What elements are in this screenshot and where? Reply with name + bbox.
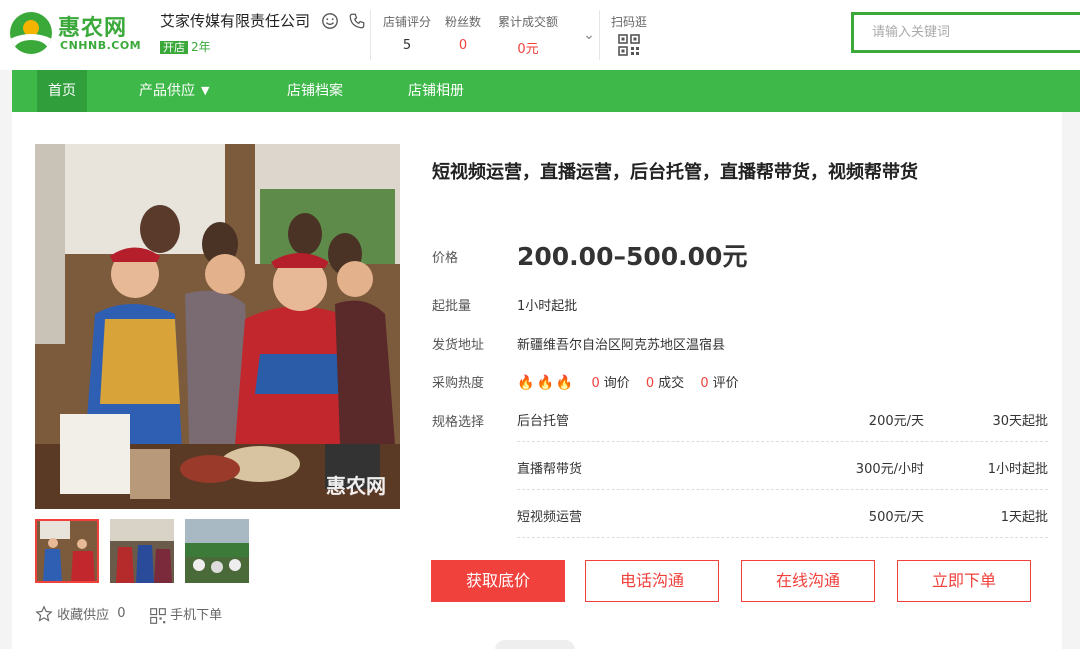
spec-moq: 1小时起批: [987, 462, 1048, 477]
heat-label: 采购热度: [432, 376, 485, 391]
product-card: 惠农网 收藏供应 0 手机下单 短视频运营，直播运营，后台托管，直播帮带货，视频…: [12, 112, 1062, 649]
inquiry-count: 0: [591, 376, 600, 391]
spec-label: 规格选择: [432, 415, 485, 430]
fire-icon: 🔥: [536, 375, 554, 391]
nav-products-label: 产品供应: [139, 83, 195, 99]
stat-rating: 店铺评分 5: [383, 13, 431, 53]
review-count: 0: [700, 376, 709, 391]
ship-value: 新疆维吾尔自治区阿克苏地区温宿县: [517, 338, 726, 353]
ship-label: 发货地址: [432, 338, 485, 353]
qr-code-icon[interactable]: [618, 34, 640, 56]
favorite-count: 0: [117, 606, 126, 621]
scan-label: 扫码逛: [611, 15, 648, 29]
stat-label: 店铺评分: [383, 15, 432, 29]
header: 惠农网 CNHNB.COM 艾家传媒有限责任公司 开店 2年 店铺评分 5 粉丝数…: [0, 0, 1080, 70]
spec-option[interactable]: 后台托管 200元/天 30天起批: [517, 394, 1048, 442]
fire-icon: 🔥: [517, 375, 535, 391]
main-nav: 首页 产品供应 ▼ 店铺档案 店铺相册: [12, 70, 1080, 112]
product-photo: [35, 144, 400, 509]
logo-domain: CNHNB.COM: [60, 39, 142, 52]
search-input[interactable]: [854, 15, 1080, 50]
search-box: [851, 12, 1080, 53]
star-icon: [35, 604, 53, 622]
product-title: 短视频运营，直播运营，后台托管，直播帮带货，视频帮带货: [432, 162, 918, 183]
logo-text: 惠农网: [58, 16, 128, 41]
scan-to-browse[interactable]: 扫码逛: [611, 13, 647, 59]
stat-value: 5: [402, 38, 412, 53]
spec-option[interactable]: 短视频运营 500元/天 1天起批: [517, 490, 1048, 538]
company-name[interactable]: 艾家传媒有限责任公司: [160, 10, 310, 31]
fire-icon: 🔥: [555, 375, 574, 391]
mobile-order[interactable]: 手机下单: [150, 604, 222, 624]
thumbnail-3[interactable]: [185, 519, 249, 583]
get-lowest-price-button[interactable]: 获取底价: [431, 560, 565, 602]
nav-home[interactable]: 首页: [37, 70, 87, 112]
company-info: 艾家传媒有限责任公司 开店 2年: [160, 10, 366, 54]
shop-age-badge: 开店 2年: [160, 38, 211, 55]
divider: [599, 10, 600, 60]
stat-turnover: 累计成交额 0元: [498, 13, 558, 57]
shop-stats: 店铺评分 5 粉丝数 0 累计成交额 0元 ⌄: [370, 10, 600, 60]
spec-option[interactable]: 直播帮带货 300元/小时 1小时起批: [517, 442, 1048, 490]
spec-moq: 30天起批: [992, 414, 1048, 429]
nav-products[interactable]: 产品供应 ▼: [139, 70, 209, 112]
stat-value: 0元: [517, 42, 539, 57]
scroll-handle[interactable]: [495, 640, 575, 649]
favorite-label: 收藏供应: [57, 608, 110, 623]
favorite-supply[interactable]: 收藏供应 0: [35, 604, 126, 623]
spec-moq: 1天起批: [1000, 510, 1048, 525]
logo[interactable]: 惠农网 CNHNB.COM: [8, 10, 142, 56]
spec-name: 直播帮带货: [517, 462, 583, 477]
stat-fans: 粉丝数 0: [445, 13, 481, 53]
thumbnail-image: [185, 519, 249, 583]
phone-contact-button[interactable]: 电话沟通: [585, 560, 719, 602]
nav-profile[interactable]: 店铺档案: [287, 70, 343, 112]
online-chat-button[interactable]: 在线沟通: [741, 560, 875, 602]
spec-price: 200元/天: [868, 414, 924, 429]
qr-code-icon: [150, 607, 166, 624]
shop-years: 2年: [191, 40, 211, 54]
open-tag: 开店: [160, 41, 188, 54]
stat-label: 粉丝数: [445, 15, 482, 29]
spec-price: 300元/小时: [855, 462, 924, 477]
mobile-order-label: 手机下单: [170, 608, 223, 623]
review-label: 评价: [712, 376, 739, 391]
thumbnail-image: [35, 519, 99, 583]
deal-label: 成交: [658, 376, 685, 391]
order-now-button[interactable]: 立即下单: [897, 560, 1031, 602]
price-value: 200.00–500.00元: [517, 242, 748, 271]
inquiry-label: 询价: [603, 376, 630, 391]
thumbnail-2[interactable]: [110, 519, 174, 583]
thumbnail-1[interactable]: [35, 519, 99, 583]
moq-value: 1小时起批: [517, 299, 578, 314]
moq-label: 起批量: [432, 299, 472, 314]
nav-album[interactable]: 店铺相册: [408, 70, 464, 112]
product-main-image[interactable]: 惠农网: [35, 144, 400, 509]
phone-icon[interactable]: [348, 12, 366, 30]
price-label: 价格: [432, 251, 459, 266]
chevron-down-icon[interactable]: ⌄: [578, 24, 600, 46]
watermark: 惠农网: [326, 474, 386, 498]
chevron-down-icon: ▼: [201, 84, 210, 97]
spec-price: 500元/天: [868, 510, 924, 525]
spec-name: 后台托管: [517, 414, 570, 429]
stat-label: 累计成交额: [498, 15, 559, 29]
thumbnail-image: [110, 519, 174, 583]
smile-icon[interactable]: [321, 12, 339, 30]
spec-name: 短视频运营: [517, 510, 583, 525]
heat-values: 🔥 🔥 🔥 0 询价 0 成交 0 评价: [517, 372, 739, 391]
deal-count: 0: [645, 376, 655, 391]
logo-mark-icon: [10, 12, 52, 54]
stat-value: 0: [458, 38, 468, 53]
